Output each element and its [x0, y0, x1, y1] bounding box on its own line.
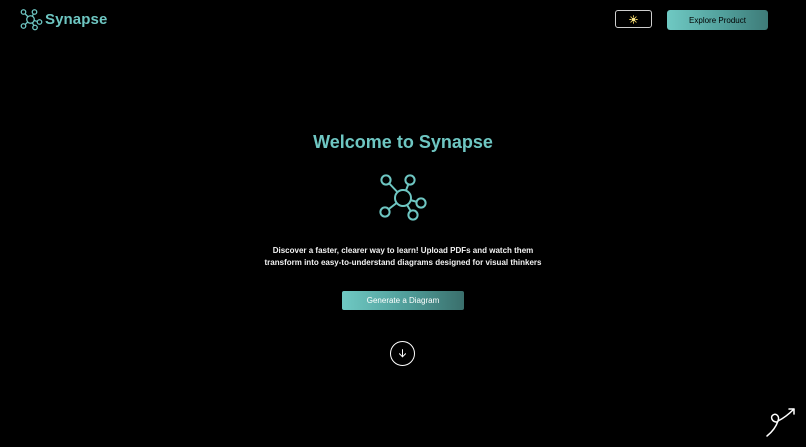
theme-toggle-button[interactable]: [615, 10, 652, 28]
hero-title: Welcome to Synapse: [313, 132, 493, 152]
sun-icon: [629, 14, 638, 24]
generate-diagram-button[interactable]: Generate a Diagram: [342, 291, 464, 310]
brand-logo[interactable]: Synapse: [18, 7, 107, 32]
scroll-down-button[interactable]: [390, 341, 415, 366]
explore-product-button[interactable]: Explore Product: [667, 10, 768, 30]
network-nodes-icon: [20, 9, 43, 31]
arrow-down-icon: [398, 349, 407, 358]
signature-arrow-icon: [766, 408, 795, 437]
hero-description: Discover a faster, clearer way to learn!…: [264, 246, 542, 267]
brand-name: Synapse: [45, 11, 108, 28]
landing-page: Synapse Explore Product Welcome to Synap…: [0, 0, 806, 447]
network-nodes-icon: [379, 174, 427, 221]
